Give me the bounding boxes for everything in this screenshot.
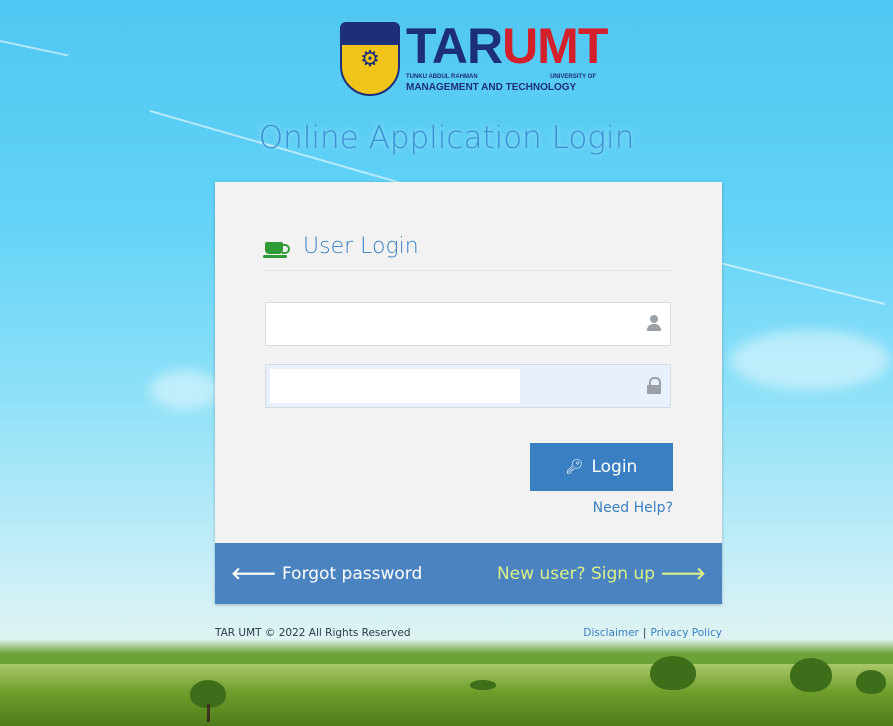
login-button[interactable]: 🔑︎ Login <box>530 443 673 491</box>
forgot-password-label: Forgot password <box>282 563 423 584</box>
tree-trunk <box>207 704 210 722</box>
login-card-title: User Login <box>303 234 419 259</box>
signup-link[interactable]: New user? Sign up 🡒 <box>497 564 706 584</box>
password-input[interactable] <box>270 369 520 403</box>
brand-tar: TAR <box>406 18 503 74</box>
footer-links: Disclaimer | Privacy Policy <box>583 627 722 639</box>
user-icon <box>646 315 662 333</box>
login-card: User Login 🔑︎ Login Need Help? 🡐 Forgot … <box>215 182 722 604</box>
disclaimer-link[interactable]: Disclaimer <box>583 627 639 639</box>
arrow-right-icon: 🡒 <box>660 563 706 584</box>
university-logo: ⚙ TARUMT TUNKU ABDUL RAHMAN UNIVERSITY O… <box>340 18 608 100</box>
brand-subtitle-right: UNIVERSITY OF <box>550 74 596 80</box>
brand-subtitle-2: MANAGEMENT AND TECHNOLOGY <box>406 82 577 93</box>
brand-subtitle-left: TUNKU ABDUL RAHMAN <box>406 74 478 80</box>
login-button-label: Login <box>591 457 638 477</box>
brand-name: TARUMT <box>406 18 608 74</box>
username-input[interactable] <box>270 307 630 341</box>
brand-subtitle-1: TUNKU ABDUL RAHMAN UNIVERSITY OF <box>406 74 596 80</box>
signup-label: New user? Sign up <box>496 563 655 584</box>
brand-umt: UMT <box>502 18 608 74</box>
ground <box>0 664 893 726</box>
copyright-text: TAR UMT © 2022 All Rights Reserved <box>215 627 411 639</box>
sky-streak <box>0 40 69 57</box>
footer-separator: | <box>642 627 647 639</box>
page-title: Online Application Login <box>258 120 635 156</box>
password-field <box>265 364 671 408</box>
privacy-policy-link[interactable]: Privacy Policy <box>650 627 722 639</box>
tree <box>470 680 496 690</box>
login-card-footer: 🡐 Forgot password New user? Sign up 🡒 <box>215 543 722 604</box>
arrow-left-icon: 🡐 <box>231 563 277 584</box>
tree <box>790 658 832 692</box>
login-card-header: User Login <box>263 234 673 271</box>
key-icon: 🔑︎ <box>565 459 584 475</box>
username-field <box>265 302 671 346</box>
university-crest-icon: ⚙ <box>340 22 400 96</box>
coffee-cup-icon <box>263 240 290 258</box>
forgot-password-link[interactable]: 🡐 Forgot password <box>231 564 422 584</box>
tree <box>650 656 696 690</box>
lock-icon <box>646 377 662 395</box>
sky-streak <box>719 262 886 306</box>
cloud <box>730 330 890 390</box>
login-page: { "logo": { "crest_icon": "university-cr… <box>0 0 893 726</box>
cloud <box>150 370 220 410</box>
need-help-link[interactable]: Need Help? <box>593 500 673 516</box>
tree <box>856 670 886 694</box>
